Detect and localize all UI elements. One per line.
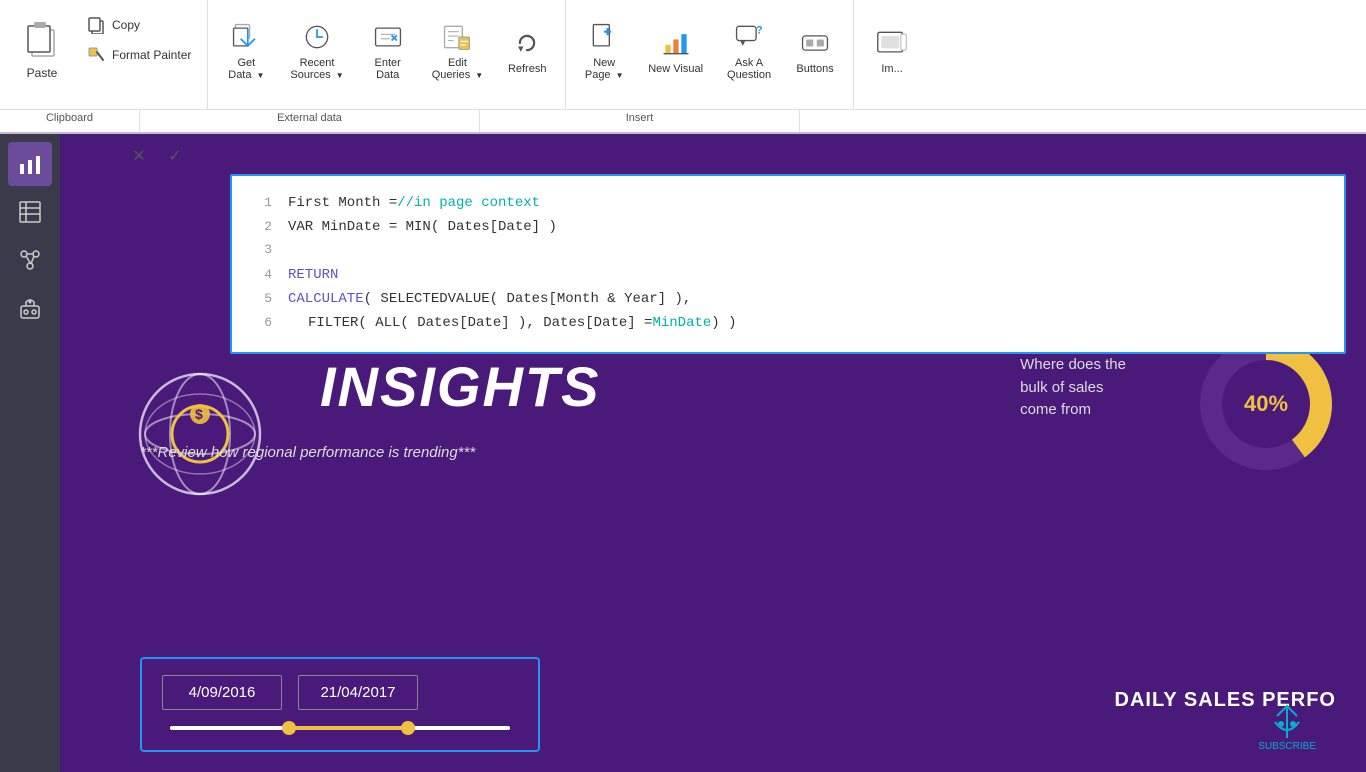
paste-button[interactable]: Paste: [10, 10, 74, 84]
formula-line-3: 3: [252, 240, 1324, 264]
buttons-label: Buttons: [796, 63, 833, 75]
sidebar-item-report[interactable]: [8, 142, 52, 186]
recent-sources-label: RecentSources ▼: [290, 57, 343, 81]
edit-queries-icon: [441, 21, 473, 53]
sidebar-item-ai[interactable]: [8, 286, 52, 330]
date-slider-fill: [289, 726, 408, 730]
subscribe-label: SUBSCRIBE: [1258, 741, 1316, 752]
formula-line-1: 1 First Month = //in page context: [252, 192, 1324, 216]
formula-bar: ✕ ✓: [125, 142, 189, 170]
sidebar-item-model[interactable]: [8, 238, 52, 282]
main-area: ✕ ✓ 1 First Month = //in page context 2 …: [0, 134, 1366, 772]
clipboard-section-label: Clipboard: [0, 110, 140, 132]
formula-line-5: 5 CALCULATE( SELECTEDVALUE( Dates[Month …: [252, 288, 1324, 312]
donut-chart: 40%: [1196, 334, 1336, 474]
donut-value: 40%: [1244, 391, 1288, 417]
date-start-box[interactable]: 4/09/2016: [162, 675, 282, 710]
copy-icon: [86, 15, 106, 35]
date-range-widget[interactable]: 4/09/2016 21/04/2017: [140, 657, 540, 752]
insights-subtitle: ***Review how regional performance is tr…: [140, 444, 475, 461]
copy-label: Copy: [112, 18, 140, 32]
refresh-label: Refresh: [508, 63, 547, 75]
ask-question-button[interactable]: ? Ask AQuestion: [717, 6, 781, 96]
close-formula-icon[interactable]: ✕: [125, 142, 153, 170]
external-data-section-label: External data: [140, 110, 480, 132]
svg-text:?: ?: [756, 24, 763, 36]
buttons-button[interactable]: Buttons: [785, 6, 845, 96]
right-text-line2: bulk of sales: [1020, 377, 1126, 400]
refresh-button[interactable]: Refresh: [497, 6, 557, 96]
copy-button[interactable]: Copy: [80, 12, 197, 38]
buttons-icon: [799, 27, 831, 59]
canvas-area: ✕ ✓ 1 First Month = //in page context 2 …: [60, 134, 1366, 772]
enter-data-button[interactable]: EnterData: [358, 6, 418, 96]
clipboard-section: Paste Copy: [0, 0, 208, 109]
format-painter-label: Format Painter: [112, 48, 191, 62]
sidebar-item-data[interactable]: [8, 190, 52, 234]
formula-editor[interactable]: 1 First Month = //in page context 2 VAR …: [230, 174, 1346, 354]
date-boxes: 4/09/2016 21/04/2017: [162, 675, 518, 710]
format-painter-icon: [86, 45, 106, 65]
globe-icon: $: [100, 334, 300, 534]
enter-data-icon: [372, 21, 404, 53]
new-page-label: NewPage ▼: [585, 57, 624, 81]
screenshot-label: Im...: [881, 63, 902, 75]
formula-line-2: 2 VAR MinDate = MIN( Dates[Date] ): [252, 216, 1324, 240]
ask-question-label: Ask AQuestion: [727, 57, 771, 81]
new-visual-button[interactable]: New Visual: [638, 6, 713, 96]
right-text-line3: come from: [1020, 399, 1126, 422]
recent-sources-button[interactable]: RecentSources ▼: [280, 6, 353, 96]
screenshot-button[interactable]: Im...: [862, 6, 922, 96]
get-data-label: GetData ▼: [228, 57, 264, 81]
ribbon: Paste Copy: [0, 0, 1366, 134]
ask-question-icon: ?: [733, 21, 765, 53]
right-text: Where does the bulk of sales come from: [1020, 354, 1126, 422]
date-end-box[interactable]: 21/04/2017: [298, 675, 418, 710]
get-data-button[interactable]: GetData ▼: [216, 6, 276, 96]
sidebar: [0, 134, 60, 772]
svg-text:$: $: [195, 406, 203, 422]
paste-label: Paste: [27, 66, 58, 80]
date-slider-thumb-right[interactable]: [401, 721, 415, 735]
insert-section-label: Insert: [480, 110, 800, 132]
clipboard-small-btns: Copy Format Painter: [80, 10, 197, 68]
formula-line-6: 6 FILTER( ALL( Dates[Date] ), Dates[Date…: [252, 312, 1324, 336]
get-data-icon: [230, 21, 262, 53]
refresh-icon: [511, 27, 543, 59]
new-visual-label: New Visual: [648, 63, 703, 75]
screenshot-icon: [876, 27, 908, 59]
new-page-icon: [588, 21, 620, 53]
insights-title: INSIGHTS: [320, 354, 600, 419]
edit-queries-label: EditQueries ▼: [432, 57, 484, 81]
edit-queries-button[interactable]: EditQueries ▼: [422, 6, 494, 96]
formula-line-4: 4 RETURN: [252, 264, 1324, 288]
subscribe-icon[interactable]: SUBSCRIBE: [1258, 702, 1316, 752]
date-slider-track[interactable]: [170, 726, 510, 730]
new-visual-icon: [660, 27, 692, 59]
enter-data-label: EnterData: [375, 57, 401, 81]
confirm-formula-icon[interactable]: ✓: [161, 142, 189, 170]
date-slider-thumb-left[interactable]: [282, 721, 296, 735]
paste-icon: [18, 14, 66, 62]
right-text-line1: Where does the: [1020, 354, 1126, 377]
new-page-button[interactable]: NewPage ▼: [574, 6, 634, 96]
format-painter-button[interactable]: Format Painter: [80, 42, 197, 68]
recent-sources-icon: [301, 21, 333, 53]
